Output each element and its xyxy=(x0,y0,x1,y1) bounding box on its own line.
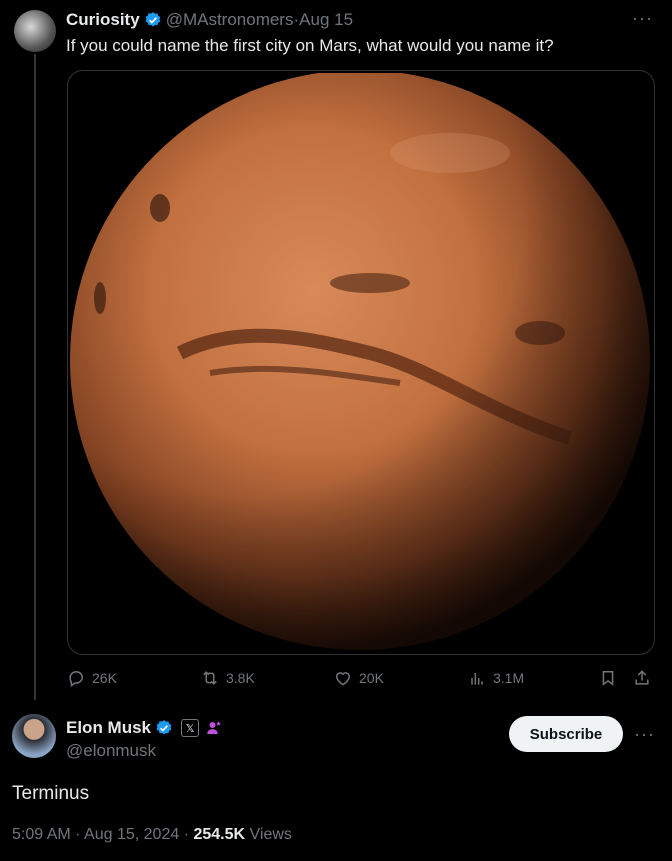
repost-button[interactable]: 3.8K xyxy=(200,668,255,688)
heart-icon xyxy=(335,672,351,686)
reply-views-count: 254.5K xyxy=(193,826,246,843)
like-count: 20K xyxy=(359,670,384,686)
reply-views-label: Views xyxy=(249,826,292,843)
bookmark-button[interactable] xyxy=(598,668,618,688)
dot-separator: · xyxy=(70,826,85,843)
curiosity-avatar[interactable] xyxy=(14,10,56,52)
x-affiliate-badge-icon: 𝕏 xyxy=(181,719,200,737)
affiliate-person-icon xyxy=(207,721,221,734)
reply-metadata: 5:09 AM · Aug 15, 2024 · 254.5K Views xyxy=(12,826,292,844)
dot-separator: · xyxy=(179,826,194,843)
author-name[interactable]: Curiosity xyxy=(66,10,140,30)
repost-icon xyxy=(203,671,217,685)
reply-text: Terminus xyxy=(12,783,90,804)
reply-handle[interactable]: @elonmusk xyxy=(66,741,156,761)
reply-count: 26K xyxy=(92,670,117,686)
subscribe-button[interactable]: Subscribe xyxy=(509,716,623,752)
share-button[interactable] xyxy=(632,668,652,688)
thread-connector-line xyxy=(34,54,36,700)
reply-header: Elon Musk 𝕏 xyxy=(66,718,223,738)
reply-author-name[interactable]: Elon Musk xyxy=(66,718,151,738)
verified-badge-icon xyxy=(156,720,172,735)
author-handle[interactable]: @MAstronomers xyxy=(166,10,294,30)
reply-button[interactable]: 26K xyxy=(66,668,117,688)
views-button[interactable]: 3.1M xyxy=(467,668,524,688)
tweet-actions: 26K 3.8K 20K 3.1M xyxy=(66,668,656,692)
more-options-icon[interactable]: ··· xyxy=(632,8,653,29)
like-button[interactable]: 20K xyxy=(333,668,384,688)
bookmark-icon xyxy=(602,671,614,686)
views-count: 3.1M xyxy=(493,670,525,686)
elon-musk-avatar[interactable] xyxy=(12,714,56,758)
tweet-header: Curiosity @MAstronomers · Aug 15 xyxy=(66,10,353,30)
more-options-icon[interactable]: ··· xyxy=(634,724,655,745)
reply-icon xyxy=(69,670,84,687)
share-icon xyxy=(635,670,649,685)
analytics-icon xyxy=(471,673,483,685)
mars-image xyxy=(70,73,650,650)
reply-date[interactable]: Aug 15, 2024 xyxy=(84,826,179,843)
verified-badge-icon xyxy=(145,12,160,27)
tweet-media[interactable] xyxy=(67,70,655,655)
repost-count: 3.8K xyxy=(226,670,255,686)
tweet-date[interactable]: Aug 15 xyxy=(299,10,353,30)
tweet-text: If you could name the first city on Mars… xyxy=(66,36,554,55)
reply-time[interactable]: 5:09 AM xyxy=(12,826,71,843)
